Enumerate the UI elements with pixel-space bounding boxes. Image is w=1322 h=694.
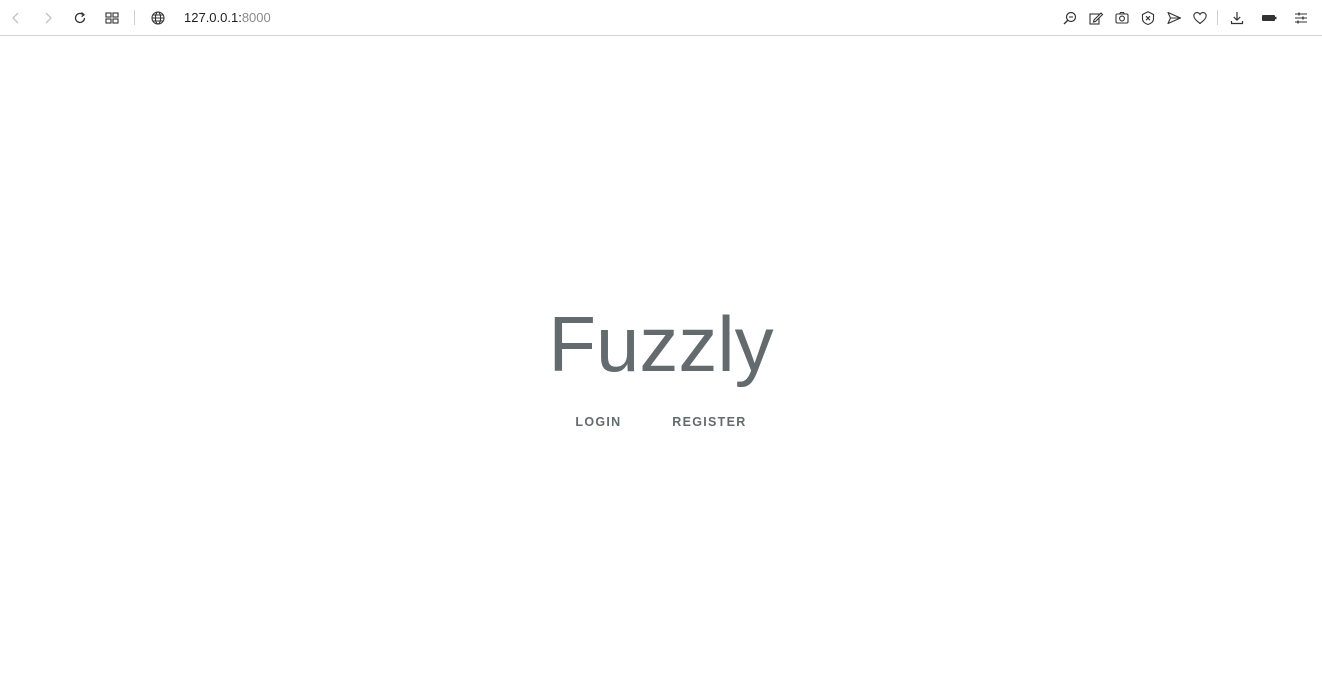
battery-icon[interactable] xyxy=(1259,8,1279,28)
page-content: Fuzzly LOGIN REGISTER xyxy=(0,37,1322,694)
forward-icon[interactable] xyxy=(38,8,58,28)
globe-icon[interactable] xyxy=(148,8,168,28)
heart-icon[interactable] xyxy=(1190,8,1210,28)
login-link[interactable]: LOGIN xyxy=(552,415,644,429)
toolbar-divider xyxy=(134,10,135,25)
register-link[interactable]: REGISTER xyxy=(649,415,769,429)
browser-toolbar: 127.0.0.1:8000 xyxy=(0,0,1322,36)
auth-links: LOGIN REGISTER xyxy=(0,415,1322,429)
page-title: Fuzzly xyxy=(548,300,774,388)
edit-icon[interactable] xyxy=(1086,8,1106,28)
toolbar-divider xyxy=(1217,10,1218,25)
download-icon[interactable] xyxy=(1227,8,1247,28)
url-host: 127.0.0.1: xyxy=(184,10,242,25)
reload-icon[interactable] xyxy=(70,8,90,28)
block-icon[interactable] xyxy=(1138,8,1158,28)
back-icon[interactable] xyxy=(6,8,26,28)
address-bar[interactable]: 127.0.0.1:8000 xyxy=(184,9,271,27)
camera-icon[interactable] xyxy=(1112,8,1132,28)
url-port: 8000 xyxy=(241,10,271,25)
send-icon[interactable] xyxy=(1164,8,1184,28)
settings-sliders-icon[interactable] xyxy=(1291,8,1311,28)
zoom-icon[interactable] xyxy=(1060,8,1080,28)
tabs-grid-icon[interactable] xyxy=(102,8,122,28)
